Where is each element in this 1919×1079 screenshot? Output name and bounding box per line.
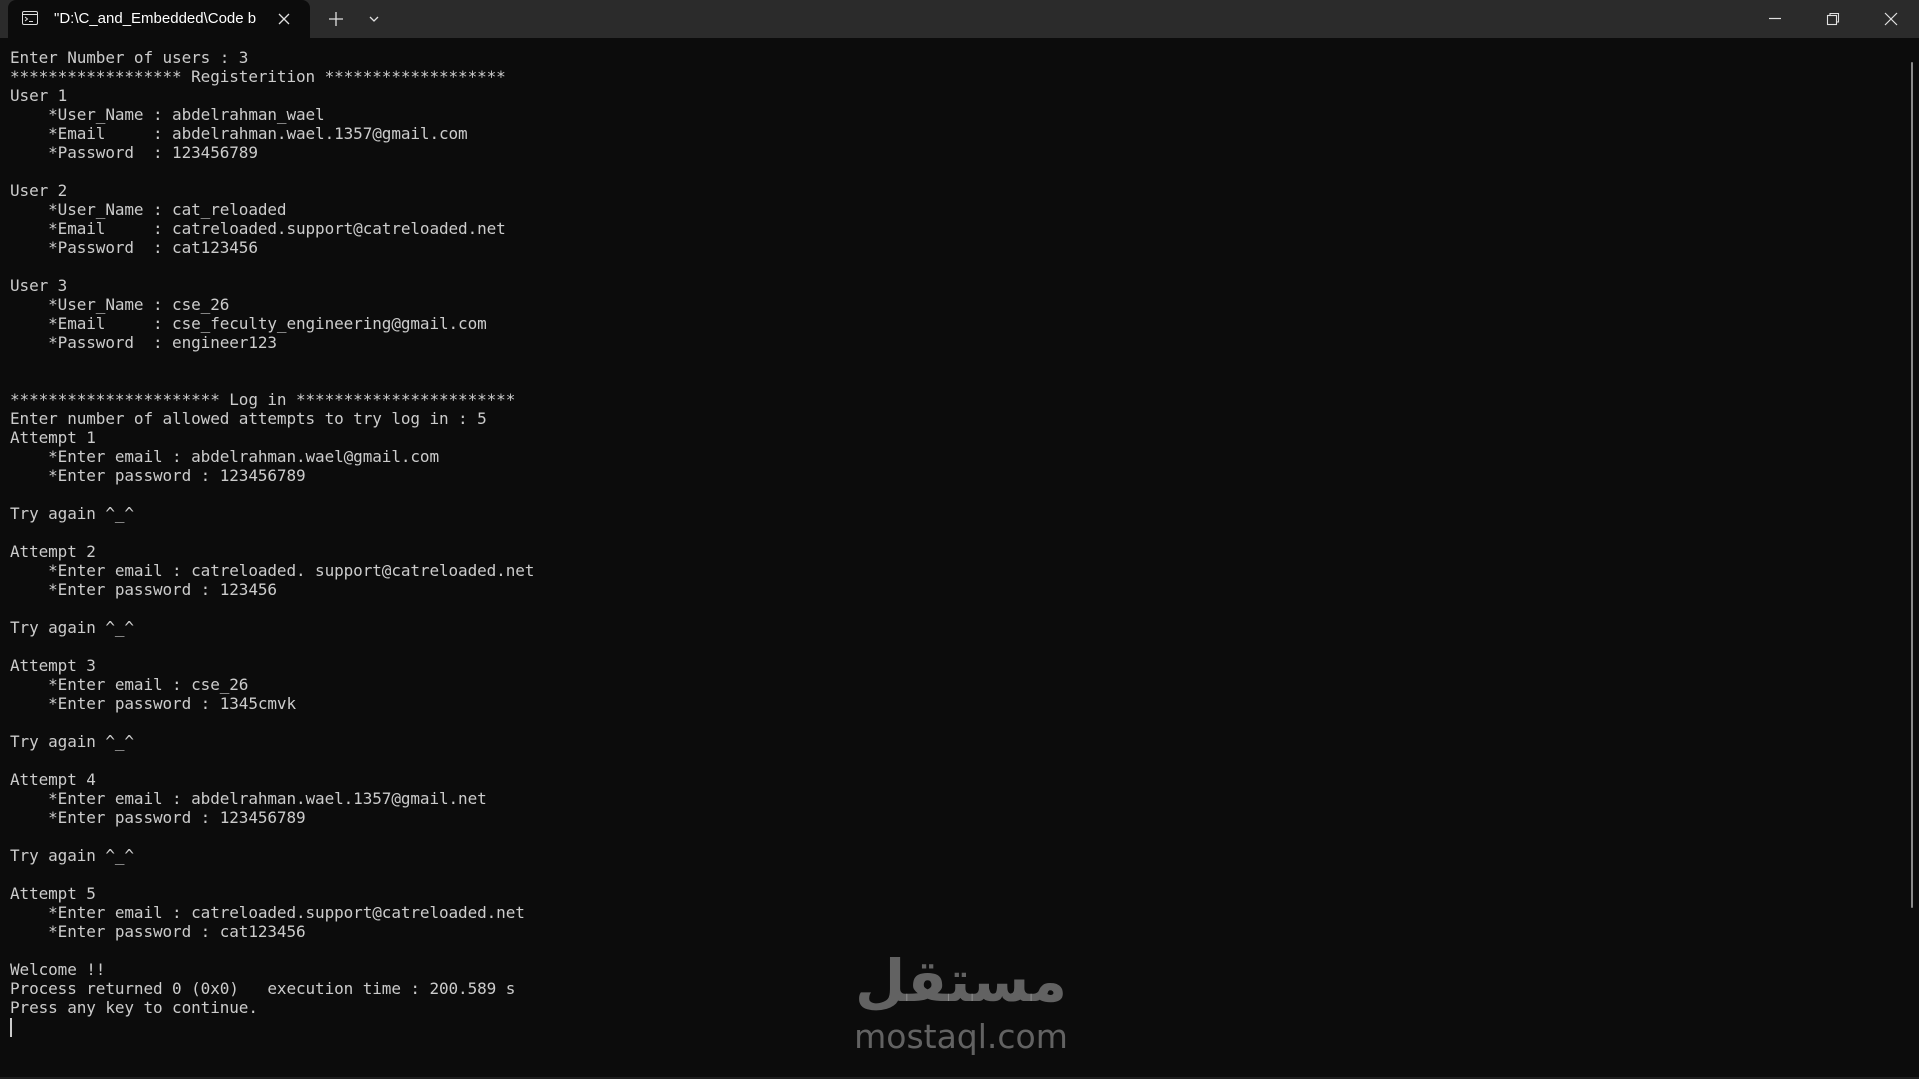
console-line: Try again ^_^: [10, 504, 134, 523]
watermark-logo: مستقل mostaql.com: [843, 948, 1079, 1058]
console-line: *User_Name : cat_reloaded: [10, 200, 287, 219]
console-line: *Email : abdelrahman.wael.1357@gmail.com: [10, 124, 468, 143]
console-line: User 2: [10, 181, 68, 200]
minimize-button[interactable]: [1747, 0, 1803, 38]
window-close-button[interactable]: [1863, 0, 1919, 38]
console-line: *Password : 123456789: [10, 143, 258, 162]
console-app-icon: [22, 11, 38, 25]
console-line: *Email : cse_feculty_engineering@gmail.c…: [10, 314, 487, 333]
console-line: *Enter email : abdelrahman.wael@gmail.co…: [10, 447, 439, 466]
chevron-down-icon[interactable]: [362, 7, 386, 31]
title-bar[interactable]: "D:\C_and_Embedded\Code b: [0, 0, 1919, 38]
scrollbar-thumb[interactable]: [1911, 62, 1913, 908]
terminal-window: "D:\C_and_Embedded\Code b Enter Number o…: [0, 0, 1919, 1079]
console-line: *Email : catreloaded.support@catreloaded…: [10, 219, 506, 238]
maximize-button[interactable]: [1805, 0, 1861, 38]
minimize-icon: [1769, 17, 1781, 20]
close-icon[interactable]: [274, 9, 294, 29]
console-line: *Enter email : catreloaded. support@catr…: [10, 561, 535, 580]
console-line: *Password : cat123456: [10, 238, 258, 257]
console-line: Try again ^_^: [10, 846, 134, 865]
console-line: Attempt 2: [10, 542, 96, 561]
console-line: *Enter password : 123456789: [10, 808, 306, 827]
text-cursor: [10, 1018, 12, 1037]
console-line: *Enter password : 1345cmvk: [10, 694, 296, 713]
window-close-icon: [1884, 12, 1898, 26]
console-line: *Enter password : 123456: [10, 580, 277, 599]
console-output[interactable]: Enter Number of users : 3 ***************…: [10, 48, 1890, 1068]
watermark-latin-text: mostaql.com: [854, 1017, 1068, 1056]
console-line: Enter number of allowed attempts to try …: [10, 409, 487, 428]
console-line: Enter Number of users : 3: [10, 48, 249, 67]
console-line: *Password : engineer123: [10, 333, 277, 352]
console-line: *Enter email : catreloaded.support@catre…: [10, 903, 525, 922]
console-line: Try again ^_^: [10, 618, 134, 637]
console-line: User 3: [10, 276, 68, 295]
console-line: Attempt 1: [10, 428, 96, 447]
console-line: Try again ^_^: [10, 732, 134, 751]
console-line: ****************** Registerition *******…: [10, 67, 506, 86]
console-line: User 1: [10, 86, 68, 105]
console-line: *Enter email : cse_26: [10, 675, 249, 694]
console-line: *User_Name : abdelrahman_wael: [10, 105, 325, 124]
terminal-tab[interactable]: "D:\C_and_Embedded\Code b: [8, 0, 310, 38]
maximize-icon: [1826, 12, 1840, 26]
tab-title: "D:\C_and_Embedded\Code b: [54, 10, 257, 27]
console-line: *User_Name : cse_26: [10, 295, 230, 314]
watermark-arabic-text: مستقل: [854, 947, 1068, 1015]
console-line: Attempt 4: [10, 770, 96, 789]
console-line: Attempt 5: [10, 884, 96, 903]
plus-icon[interactable]: [324, 7, 348, 31]
console-line: *Enter password : 123456789: [10, 466, 306, 485]
console-line: *Enter password : cat123456: [10, 922, 306, 941]
console-line: *Enter email : abdelrahman.wael.1357@gma…: [10, 789, 487, 808]
console-line: ********************** Log in **********…: [10, 390, 516, 409]
console-line: Attempt 3: [10, 656, 96, 675]
vertical-scrollbar[interactable]: [1908, 38, 1919, 1079]
